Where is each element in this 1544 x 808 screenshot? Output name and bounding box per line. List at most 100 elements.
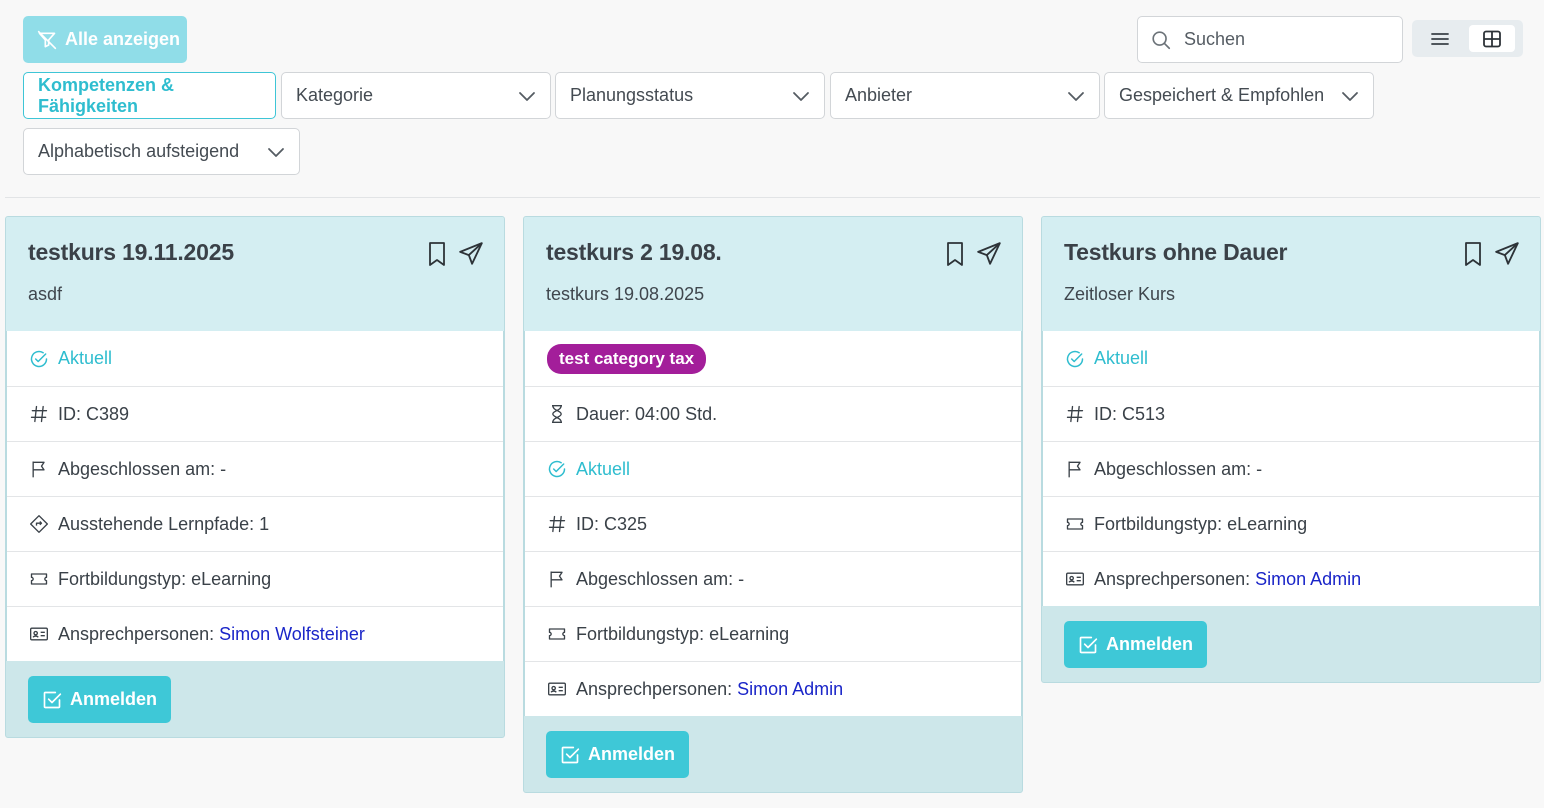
send-icon[interactable] [1494,241,1520,267]
contact-text: Ansprechpersonen: Simon Wolfsteiner [58,624,365,645]
check-circle-icon [29,349,49,369]
course-subtitle: Zeitloser Kurs [1064,284,1176,304]
course-card-footer: Anmelden [1042,606,1540,682]
course-subtitle: asdf [28,284,63,304]
duration-text: Dauer: 04:00 Std. [576,403,718,424]
filter-category[interactable]: Kategorie [281,72,551,119]
ticket-icon [29,569,49,589]
grid-icon [1482,30,1502,48]
detail-status: Aktuell [7,331,503,386]
chevron-down-icon [518,90,536,102]
chevron-down-icon [267,146,285,158]
chevron-down-icon [1341,90,1359,102]
check-circle-icon [1065,349,1085,369]
filter-off-icon [37,30,57,50]
course-card-footer: Anmelden [524,716,1022,792]
course-details: Aktuell ID: C389 Abgeschlossen am: - Aus… [6,331,504,661]
flag-icon [29,459,49,479]
ticket-icon [547,624,567,644]
course-card[interactable]: Testkurs ohne Dauer Zeitloser Kurs Aktue… [1041,216,1541,683]
status-text: Aktuell [576,458,631,479]
hash-icon [29,404,49,424]
show-all-label: Alle anzeigen [65,29,181,49]
completed-text: Abgeschlossen am: - [576,568,745,589]
bookmark-icon[interactable] [426,241,448,267]
contact-label: Ansprechpersonen: [58,623,220,644]
filter-planning-status[interactable]: Planungsstatus [555,72,825,119]
checkbox-icon [560,745,580,765]
detail-completed: Abgeschlossen am: - [525,551,1021,606]
detail-status: Aktuell [1043,331,1539,386]
course-card-footer: Anmelden [6,661,504,737]
list-view-button[interactable] [1417,25,1463,52]
detail-type: Fortbildungstyp: eLearning [1043,496,1539,551]
detail-type: Fortbildungstyp: eLearning [7,551,503,606]
hash-icon [1065,404,1085,424]
route-sign-icon [29,514,49,534]
show-all-button[interactable]: Alle anzeigen [23,16,187,63]
contact-link[interactable]: Simon Admin [737,679,843,699]
enroll-button[interactable]: Anmelden [28,676,172,723]
status-text: Aktuell [1094,348,1149,368]
id-text: ID: C389 [58,403,130,424]
checkbox-icon [1078,635,1098,655]
course-subtitle: testkurs 19.08.2025 [546,284,705,304]
enroll-button[interactable]: Anmelden [1064,621,1208,668]
bookmark-icon[interactable] [1462,241,1484,267]
id-text: ID: C325 [576,513,648,534]
detail-id: ID: C389 [7,386,503,441]
checkbox-icon [42,690,62,710]
filter-provider-label: Anbieter [845,85,913,105]
course-card[interactable]: testkurs 2 19.08. testkurs 19.08.2025 te… [523,216,1023,793]
chevron-down-icon [792,90,810,102]
search-input[interactable] [1184,29,1384,50]
contact-link[interactable]: Simon Admin [1255,569,1361,589]
search-icon [1150,29,1172,51]
contact-link[interactable]: Simon Wolfsteiner [219,624,365,644]
detail-contacts: Ansprechpersonen: Simon Wolfsteiner [7,606,503,661]
course-card-header: Testkurs ohne Dauer Zeitloser Kurs [1042,217,1540,331]
enroll-label: Anmelden [1106,634,1194,654]
filter-skills-label: Kompetenzen & Fähigkeiten [38,74,175,116]
detail-id: ID: C325 [525,496,1021,551]
contact-label: Ansprechpersonen: [1094,568,1256,589]
hourglass-icon [547,404,567,424]
send-icon[interactable] [458,241,484,267]
detail-contacts: Ansprechpersonen: Simon Admin [1043,551,1539,606]
ticket-icon [1065,514,1085,534]
sort-label: Alphabetisch aufsteigend [38,141,240,161]
detail-pending-paths: Ausstehende Lernpfade: 1 [7,496,503,551]
type-text: Fortbildungstyp: eLearning [1094,513,1308,534]
detail-completed: Abgeschlossen am: - [7,441,503,496]
contact-text: Ansprechpersonen: Simon Admin [1094,569,1361,590]
send-icon[interactable] [976,241,1002,267]
detail-status: Aktuell [525,441,1021,496]
detail-id: ID: C513 [1043,386,1539,441]
pending-text: Ausstehende Lernpfade: 1 [58,513,270,534]
detail-category: test category tax [525,331,1021,386]
view-toggle [1412,20,1523,57]
filter-saved-recommended[interactable]: Gespeichert & Empfohlen [1104,72,1374,119]
course-card-header: testkurs 2 19.08. testkurs 19.08.2025 [524,217,1022,331]
sort-select[interactable]: Alphabetisch aufsteigend [23,128,300,175]
bookmark-icon[interactable] [944,241,966,267]
flag-icon [547,569,567,589]
enroll-label: Anmelden [70,689,158,709]
filter-category-label: Kategorie [296,85,374,105]
id-card-icon [1065,569,1085,589]
grid-view-button[interactable] [1469,25,1515,52]
search-box[interactable] [1137,16,1403,63]
detail-duration: Dauer: 04:00 Std. [525,386,1021,441]
detail-completed: Abgeschlossen am: - [1043,441,1539,496]
filter-provider[interactable]: Anbieter [830,72,1100,119]
filter-saved-label: Gespeichert & Empfohlen [1119,85,1325,105]
course-card-header: testkurs 19.11.2025 asdf [6,217,504,331]
course-card[interactable]: testkurs 19.11.2025 asdf Aktuell ID: C38… [5,216,505,738]
id-card-icon [29,624,49,644]
enroll-button[interactable]: Anmelden [546,731,690,778]
filter-planning-label: Planungsstatus [570,85,694,105]
detail-type: Fortbildungstyp: eLearning [525,606,1021,661]
detail-contacts: Ansprechpersonen: Simon Admin [525,661,1021,716]
filter-skills[interactable]: Kompetenzen & Fähigkeiten [23,72,276,119]
completed-text: Abgeschlossen am: - [1094,458,1263,479]
